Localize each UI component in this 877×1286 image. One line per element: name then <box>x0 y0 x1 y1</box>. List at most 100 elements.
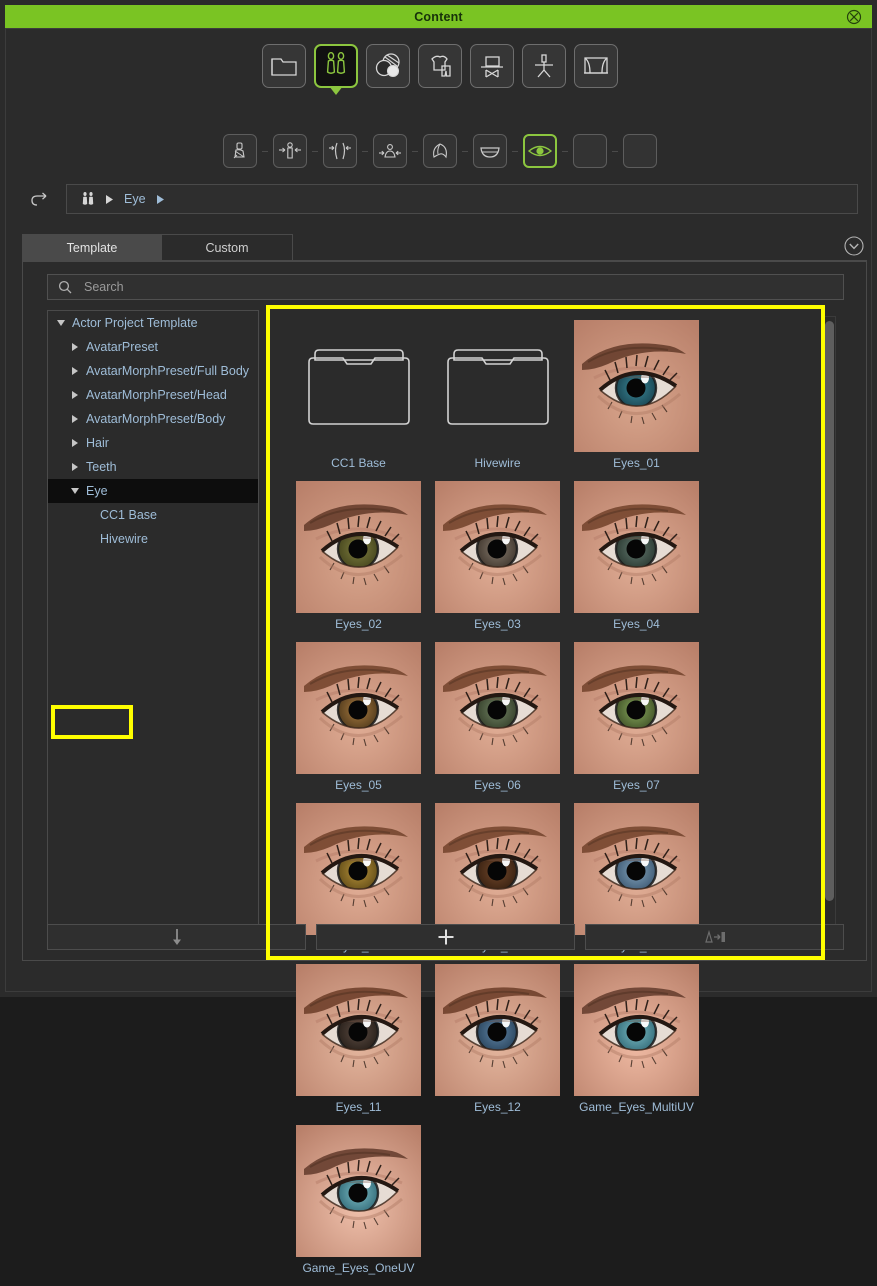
grid-item-label: Eyes_02 <box>335 617 382 631</box>
grid-folder-item[interactable]: CC1 Base <box>289 320 428 481</box>
asset-thumbnail <box>574 964 699 1096</box>
triangle-right-icon[interactable] <box>68 463 82 471</box>
toolbar-button-morph-body[interactable] <box>372 134 407 168</box>
apply-to-button[interactable] <box>585 924 844 950</box>
toolbar-button-extra-1[interactable] <box>572 134 607 168</box>
tree-item-avatarmorphpreset-head[interactable]: AvatarMorphPreset/Head <box>48 383 258 407</box>
transfer-icon <box>702 928 728 946</box>
close-icon[interactable] <box>846 9 862 25</box>
toolbar-separator <box>461 150 468 152</box>
tree-item-avatarmorphpreset-full-body[interactable]: AvatarMorphPreset/Full Body <box>48 359 258 383</box>
triangle-right-icon[interactable] <box>68 343 82 351</box>
triangle-down-icon[interactable] <box>68 488 82 494</box>
add-button[interactable] <box>316 924 575 950</box>
search-bar[interactable] <box>47 274 844 300</box>
grid-asset-item[interactable]: Eyes_04 <box>567 481 706 642</box>
grid-asset-item[interactable]: Eyes_05 <box>289 642 428 803</box>
two-figures-icon[interactable] <box>81 191 95 207</box>
tree-item-hair[interactable]: Hair <box>48 431 258 455</box>
toolbar-button-morph-head[interactable] <box>322 134 357 168</box>
tab-custom[interactable]: Custom <box>161 234 293 261</box>
toolbar-button-teeth[interactable] <box>472 134 507 168</box>
grid-asset-item[interactable]: Game_Eyes_MultiUV <box>567 964 706 1125</box>
grid-asset-item[interactable]: Eyes_03 <box>428 481 567 642</box>
breadcrumb: Eye <box>66 184 858 214</box>
grid-asset-item[interactable]: Eyes_07 <box>567 642 706 803</box>
toolbar-separator <box>311 150 318 152</box>
asset-thumbnail <box>435 642 560 774</box>
triangle-right-icon[interactable] <box>68 415 82 423</box>
folder-icon <box>435 320 560 452</box>
triangle-right-icon[interactable] <box>68 391 82 399</box>
toolbar-button-avatar-preset[interactable] <box>222 134 257 168</box>
grid-folder-item[interactable]: Hivewire <box>428 320 567 481</box>
grid-item-label: Eyes_07 <box>613 778 660 792</box>
tab-bar: Template Custom <box>22 234 867 261</box>
tree-item-label: Hivewire <box>100 532 148 546</box>
tree-item-avatarpreset[interactable]: AvatarPreset <box>48 335 258 359</box>
triangle-right-icon[interactable] <box>68 367 82 375</box>
triangle-down-icon[interactable] <box>54 320 68 326</box>
toolbar-separator <box>611 150 618 152</box>
grid-item-label: Eyes_03 <box>474 617 521 631</box>
seated-figure-icon <box>229 140 251 162</box>
tree-item-label: CC1 Base <box>100 508 157 522</box>
grid-item-label: Game_Eyes_OneUV <box>302 1261 415 1275</box>
grid-asset-item[interactable]: Eyes_06 <box>428 642 567 803</box>
grid-asset-item[interactable]: Eyes_02 <box>289 481 428 642</box>
grid-asset-item[interactable]: Eyes_01 <box>567 320 706 481</box>
grid-vertical-scrollbar[interactable] <box>823 316 836 938</box>
tree-item-cc1-base[interactable]: CC1 Base <box>48 503 258 527</box>
content-panel: Actor Project Template AvatarPreset Avatar… <box>22 261 867 1275</box>
load-button[interactable] <box>47 924 306 950</box>
primary-toolbar <box>6 44 873 95</box>
toolbar-button-morph-full-body[interactable] <box>272 134 307 168</box>
navigation-row: Eye <box>6 184 873 216</box>
grid-item-label: Eyes_04 <box>613 617 660 631</box>
toolbar-button-project[interactable] <box>261 44 306 88</box>
asset-grid-container: CC1 Base Hivewire Eyes_01 Eyes_02 Eyes_03 Eye… <box>267 310 844 1275</box>
tree-item-hivewire[interactable]: Hivewire <box>48 527 258 551</box>
shirt-pants-icon <box>425 52 455 80</box>
tree-item-label: Actor Project Template <box>72 316 198 330</box>
search-input[interactable] <box>82 279 786 295</box>
toolbar-button-eye[interactable] <box>522 134 557 168</box>
grid-item-label: Eyes_06 <box>474 778 521 792</box>
grid-asset-item[interactable]: Eyes_12 <box>428 964 567 1125</box>
grid-item-label: Game_Eyes_MultiUV <box>579 1100 694 1114</box>
tree-item-avatarmorphpreset-body[interactable]: AvatarMorphPreset/Body <box>48 407 258 431</box>
tree-item-teeth[interactable]: Teeth <box>48 455 258 479</box>
toolbar-button-actor[interactable] <box>313 44 358 95</box>
grid-item-label: CC1 Base <box>331 456 386 470</box>
grid-asset-item[interactable]: Game_Eyes_OneUV <box>289 1125 428 1286</box>
breadcrumb-item-eye[interactable]: Eye <box>124 192 146 206</box>
profile-arrows-icon <box>328 140 352 162</box>
tree-item-eye[interactable]: Eye <box>48 479 258 503</box>
back-arrow-icon[interactable] <box>28 188 54 212</box>
grid-asset-item[interactable]: Eyes_11 <box>289 964 428 1125</box>
asset-thumbnail <box>574 320 699 452</box>
toolbar-button-motion[interactable] <box>521 44 566 88</box>
scrollbar-thumb[interactable] <box>825 321 834 901</box>
tree-item-label: Hair <box>86 436 109 450</box>
toolbar-button-material[interactable] <box>365 44 410 88</box>
stick-figure-icon <box>530 52 558 80</box>
toolbar-button-prop[interactable] <box>469 44 514 88</box>
triangle-right-icon[interactable] <box>68 439 82 447</box>
stage-curtain-icon <box>581 53 611 79</box>
asset-thumbnail <box>296 803 421 935</box>
toolbar-button-cloth[interactable] <box>417 44 462 88</box>
toolbar-button-scene[interactable] <box>573 44 618 88</box>
toolbar-button-extra-2[interactable] <box>622 134 657 168</box>
tab-template[interactable]: Template <box>22 234 162 261</box>
category-tree[interactable]: Actor Project Template AvatarPreset Avatar… <box>47 310 259 947</box>
tree-item-actor-project-template[interactable]: Actor Project Template <box>48 311 258 335</box>
window-title: Content <box>414 9 463 24</box>
tab-template-label: Template <box>66 240 118 255</box>
toolbar-button-hair[interactable] <box>422 134 457 168</box>
tree-item-label: AvatarMorphPreset/Body <box>86 412 226 426</box>
chevron-down-circle-icon[interactable] <box>843 235 867 259</box>
spheres-icon <box>373 52 403 80</box>
hair-icon <box>429 140 451 162</box>
grid-item-label: Hivewire <box>474 456 521 470</box>
